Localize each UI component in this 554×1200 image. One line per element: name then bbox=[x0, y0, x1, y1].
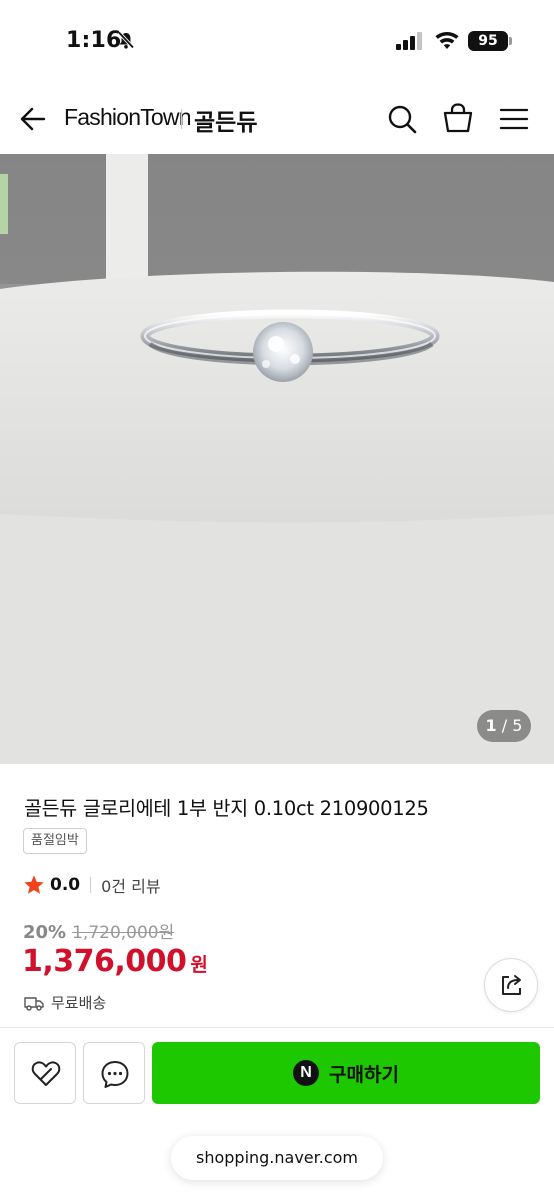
wishlist-button[interactable] bbox=[14, 1042, 76, 1104]
image-total: 5 bbox=[512, 716, 523, 735]
browser-url-bar[interactable]: shopping.naver.com bbox=[171, 1136, 383, 1180]
discount-row: 20% 1,720,000원 bbox=[23, 918, 174, 943]
sale-price-unit: 원 bbox=[190, 954, 208, 976]
original-price: 1,720,000원 bbox=[72, 923, 175, 943]
image-counter: 1 / 5 bbox=[477, 710, 531, 742]
image-index: 1 bbox=[485, 716, 497, 735]
image-counter-separator: / bbox=[496, 716, 513, 735]
sale-price-row: 1,376,000 원 bbox=[22, 944, 208, 979]
review-count-link[interactable]: 0건 리뷰 bbox=[101, 873, 160, 897]
low-stock-badge: 품절임박 bbox=[23, 828, 87, 854]
wifi-icon bbox=[435, 32, 459, 49]
bottom-divider bbox=[0, 1027, 554, 1028]
share-icon bbox=[502, 975, 521, 995]
chat-bubble-icon bbox=[101, 1061, 129, 1088]
search-icon[interactable] bbox=[386, 103, 418, 135]
shipping-label: 무료배송 bbox=[51, 994, 107, 1012]
product-title: 골든듀 글로리에테 1부 반지 0.10ct 210900125 bbox=[24, 797, 429, 820]
product-image-carousel[interactable] bbox=[0, 154, 554, 764]
hamburger-menu-icon[interactable] bbox=[499, 104, 529, 134]
top-navigation-bar: FashionTown 골든듀 bbox=[0, 84, 554, 154]
rating-row[interactable]: 0.0 0건 리뷰 bbox=[23, 872, 161, 898]
rating-value: 0.0 bbox=[50, 875, 81, 895]
buy-now-button[interactable]: N 구매하기 bbox=[152, 1042, 540, 1104]
share-button[interactable] bbox=[484, 958, 538, 1012]
shipping-info: 무료배송 bbox=[24, 992, 106, 1013]
bell-slash-icon bbox=[117, 31, 135, 49]
status-bar: 1:16 95 bbox=[0, 0, 554, 84]
sale-price: 1,376,000 bbox=[22, 944, 187, 979]
heart-icon bbox=[31, 1061, 61, 1086]
star-icon bbox=[24, 875, 44, 894]
brand-divider bbox=[181, 109, 182, 129]
rating-separator bbox=[90, 877, 92, 893]
store-name[interactable]: 골든듀 bbox=[194, 103, 257, 137]
back-arrow-icon[interactable] bbox=[18, 104, 48, 134]
cellular-signal-icon bbox=[396, 32, 422, 50]
status-time: 1:16 bbox=[66, 28, 122, 53]
battery-indicator: 95 bbox=[468, 31, 508, 51]
naver-n-icon: N bbox=[293, 1060, 320, 1086]
product-photo bbox=[0, 154, 554, 764]
truck-icon bbox=[24, 996, 44, 1011]
shopping-bag-icon[interactable] bbox=[442, 102, 474, 134]
brand-logo[interactable]: FashionTown bbox=[64, 104, 192, 131]
discount-rate: 20% bbox=[23, 922, 67, 943]
buy-now-label: 구매하기 bbox=[329, 1063, 399, 1086]
battery-cap bbox=[509, 37, 512, 45]
chat-button[interactable] bbox=[83, 1042, 145, 1104]
